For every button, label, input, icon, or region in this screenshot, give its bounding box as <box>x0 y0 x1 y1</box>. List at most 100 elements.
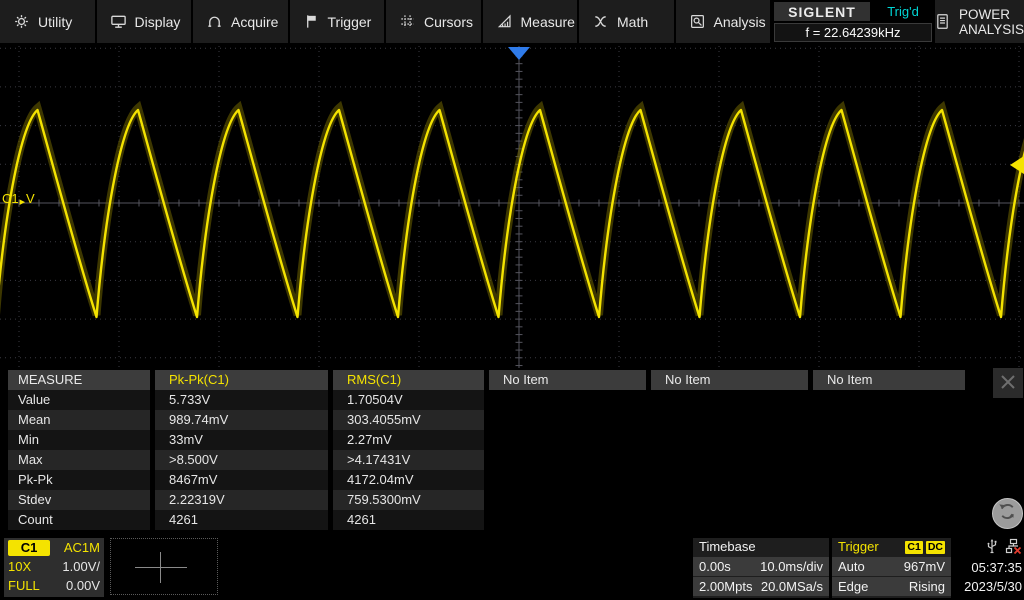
waveform-display[interactable]: C1 ▶ V <box>0 46 1024 368</box>
menu-measure-label: Measure <box>520 13 575 30</box>
menu-display[interactable]: Display <box>96 0 193 43</box>
stat-value: 2.27mV <box>333 430 484 450</box>
timebase-panel[interactable]: Timebase 0.00s 10.0ms/div 2.00Mpts 20.0M… <box>693 538 829 598</box>
channel-offset-value: 0.00V <box>66 578 100 593</box>
stat-label: Pk-Pk <box>8 470 150 490</box>
trigger-mode: Auto <box>838 559 865 574</box>
math-icon <box>592 13 609 30</box>
stat-value: 4261 <box>155 510 328 530</box>
channel-offset-marker[interactable]: C1 ▶ V <box>2 191 35 206</box>
menu-acquire[interactable]: Acquire <box>193 0 290 43</box>
stat-value: 4261 <box>333 510 484 530</box>
display-icon <box>110 13 127 30</box>
trigger-coupling-badge: DC <box>925 540 945 554</box>
power-analysis-label: POWER ANALYSIS <box>959 6 1024 37</box>
menu-utility[interactable]: Utility <box>0 0 97 43</box>
frequency-counter: f = 22.64239kHz <box>774 23 932 42</box>
sample-rate: 20.0MSa/s <box>760 579 823 594</box>
offset-arrow-icon: ▶ <box>19 198 26 206</box>
volts-per-div: 1.00V/ <box>62 559 100 574</box>
timebase-title: Timebase <box>699 539 756 554</box>
measure-slot-4-empty[interactable]: No Item <box>651 370 808 390</box>
close-icon <box>999 373 1017 394</box>
trigger-level: 967mV <box>903 559 945 574</box>
analysis-icon <box>689 13 706 30</box>
crosshair-icon <box>135 567 187 568</box>
measurement-table: MEASURE Pk-Pk(C1) RMS(C1) No Item No Ite… <box>8 368 1024 530</box>
trigger-source-badge: C1 <box>905 540 923 554</box>
close-measure-button[interactable] <box>993 368 1023 398</box>
timebase-delay: 0.00s <box>699 559 731 574</box>
channel-1-panel[interactable]: C1 AC1M 10X 1.00V/ FULL 0.00V <box>4 538 104 597</box>
menu-math-label: Math <box>617 13 649 30</box>
stat-label: Value <box>8 390 150 410</box>
stat-label: Mean <box>8 410 150 430</box>
stat-value: 2.22319V <box>155 490 328 510</box>
stat-value: 4172.04mV <box>333 470 484 490</box>
trigger-title: Trigger <box>838 539 879 554</box>
system-time: 05:37:35 <box>971 560 1022 575</box>
measure-header: MEASURE <box>8 370 150 390</box>
trigger-position-marker[interactable] <box>508 47 530 60</box>
menu-trigger[interactable]: Trigger <box>289 0 386 43</box>
stat-value: >4.17431V <box>333 450 484 470</box>
table-row-count: Count 4261 4261 <box>8 510 1024 530</box>
brand-logo: SIGLENT <box>774 2 870 21</box>
measure-slot-1[interactable]: Pk-Pk(C1) <box>155 370 328 390</box>
table-row-value: Value 5.733V 1.70504V <box>8 390 1024 410</box>
usb-icon <box>985 538 999 558</box>
stat-value: 759.5300mV <box>333 490 484 510</box>
bandwidth-limit: FULL <box>8 578 40 593</box>
trigger-level-marker[interactable] <box>1010 156 1024 174</box>
crosshair-icon <box>160 552 161 583</box>
stat-value: 1.70504V <box>333 390 484 410</box>
stat-label: Min <box>8 430 150 450</box>
menu-measure[interactable]: Measure <box>482 0 579 43</box>
acquire-icon <box>206 13 223 30</box>
menu-display-label: Display <box>134 13 181 30</box>
stat-label: Max <box>8 450 150 470</box>
stat-value: 8467mV <box>155 470 328 490</box>
stat-label: Count <box>8 510 150 530</box>
menu-math[interactable]: Math <box>579 0 676 43</box>
empty-channel-slot[interactable] <box>110 538 218 595</box>
measure-slot-2[interactable]: RMS(C1) <box>333 370 484 390</box>
stat-value: 303.4055mV <box>333 410 484 430</box>
measure-icon <box>496 13 513 30</box>
menu-trigger-label: Trigger <box>327 13 372 30</box>
table-row-stdev: Stdev 2.22319V 759.5300mV <box>8 490 1024 510</box>
menu-acquire-label: Acquire <box>231 13 279 30</box>
measurement-header-row: MEASURE Pk-Pk(C1) RMS(C1) No Item No Ite… <box>8 370 1024 390</box>
document-icon <box>935 13 950 30</box>
menu-cursors[interactable]: Cursors <box>386 0 483 43</box>
flag-icon <box>303 13 320 30</box>
table-row-pkpk: Pk-Pk 8467mV 4172.04mV <box>8 470 1024 490</box>
stat-value: 989.74mV <box>155 410 328 430</box>
top-menu-bar: Utility Display Acquire Trigger Cursors … <box>0 0 1024 43</box>
trigger-slope: Rising <box>908 579 945 594</box>
trigger-type: Edge <box>838 579 869 594</box>
gear-icon <box>13 13 30 30</box>
menu-utility-label: Utility <box>38 13 73 30</box>
trigger-status-badge: Trig'd <box>887 4 919 19</box>
menu-cursors-label: Cursors <box>424 13 474 30</box>
trigger-panel[interactable]: Trigger C1 DC Auto 967mV Edge Rising <box>832 538 951 598</box>
memory-depth: 2.00Mpts <box>699 579 753 594</box>
table-row-mean: Mean 989.74mV 303.4055mV <box>8 410 1024 430</box>
probe-attenuation: 10X <box>8 559 32 574</box>
status-cluster: SIGLENT Trig'd f = 22.64239kHz <box>772 0 934 43</box>
rotate-arrows-icon <box>997 501 1018 527</box>
channel-offset-label: C1 <box>2 191 19 206</box>
channel-unit-label: V <box>26 191 35 206</box>
measure-slot-3-empty[interactable]: No Item <box>489 370 646 390</box>
power-analysis-button[interactable]: POWER ANALYSIS <box>934 0 1024 43</box>
stat-value: 33mV <box>155 430 328 450</box>
stat-label: Stdev <box>8 490 150 510</box>
waveform-grid-and-trace <box>0 46 1024 368</box>
menu-analysis-label: Analysis <box>713 13 766 30</box>
table-row-max: Max >8.500V >4.17431V <box>8 450 1024 470</box>
touch-gesture-button[interactable] <box>992 498 1023 529</box>
menu-analysis[interactable]: Analysis <box>675 0 772 43</box>
oscilloscope-screen: Utility Display Acquire Trigger Cursors … <box>0 0 1024 600</box>
measure-slot-5-empty[interactable]: No Item <box>813 370 965 390</box>
